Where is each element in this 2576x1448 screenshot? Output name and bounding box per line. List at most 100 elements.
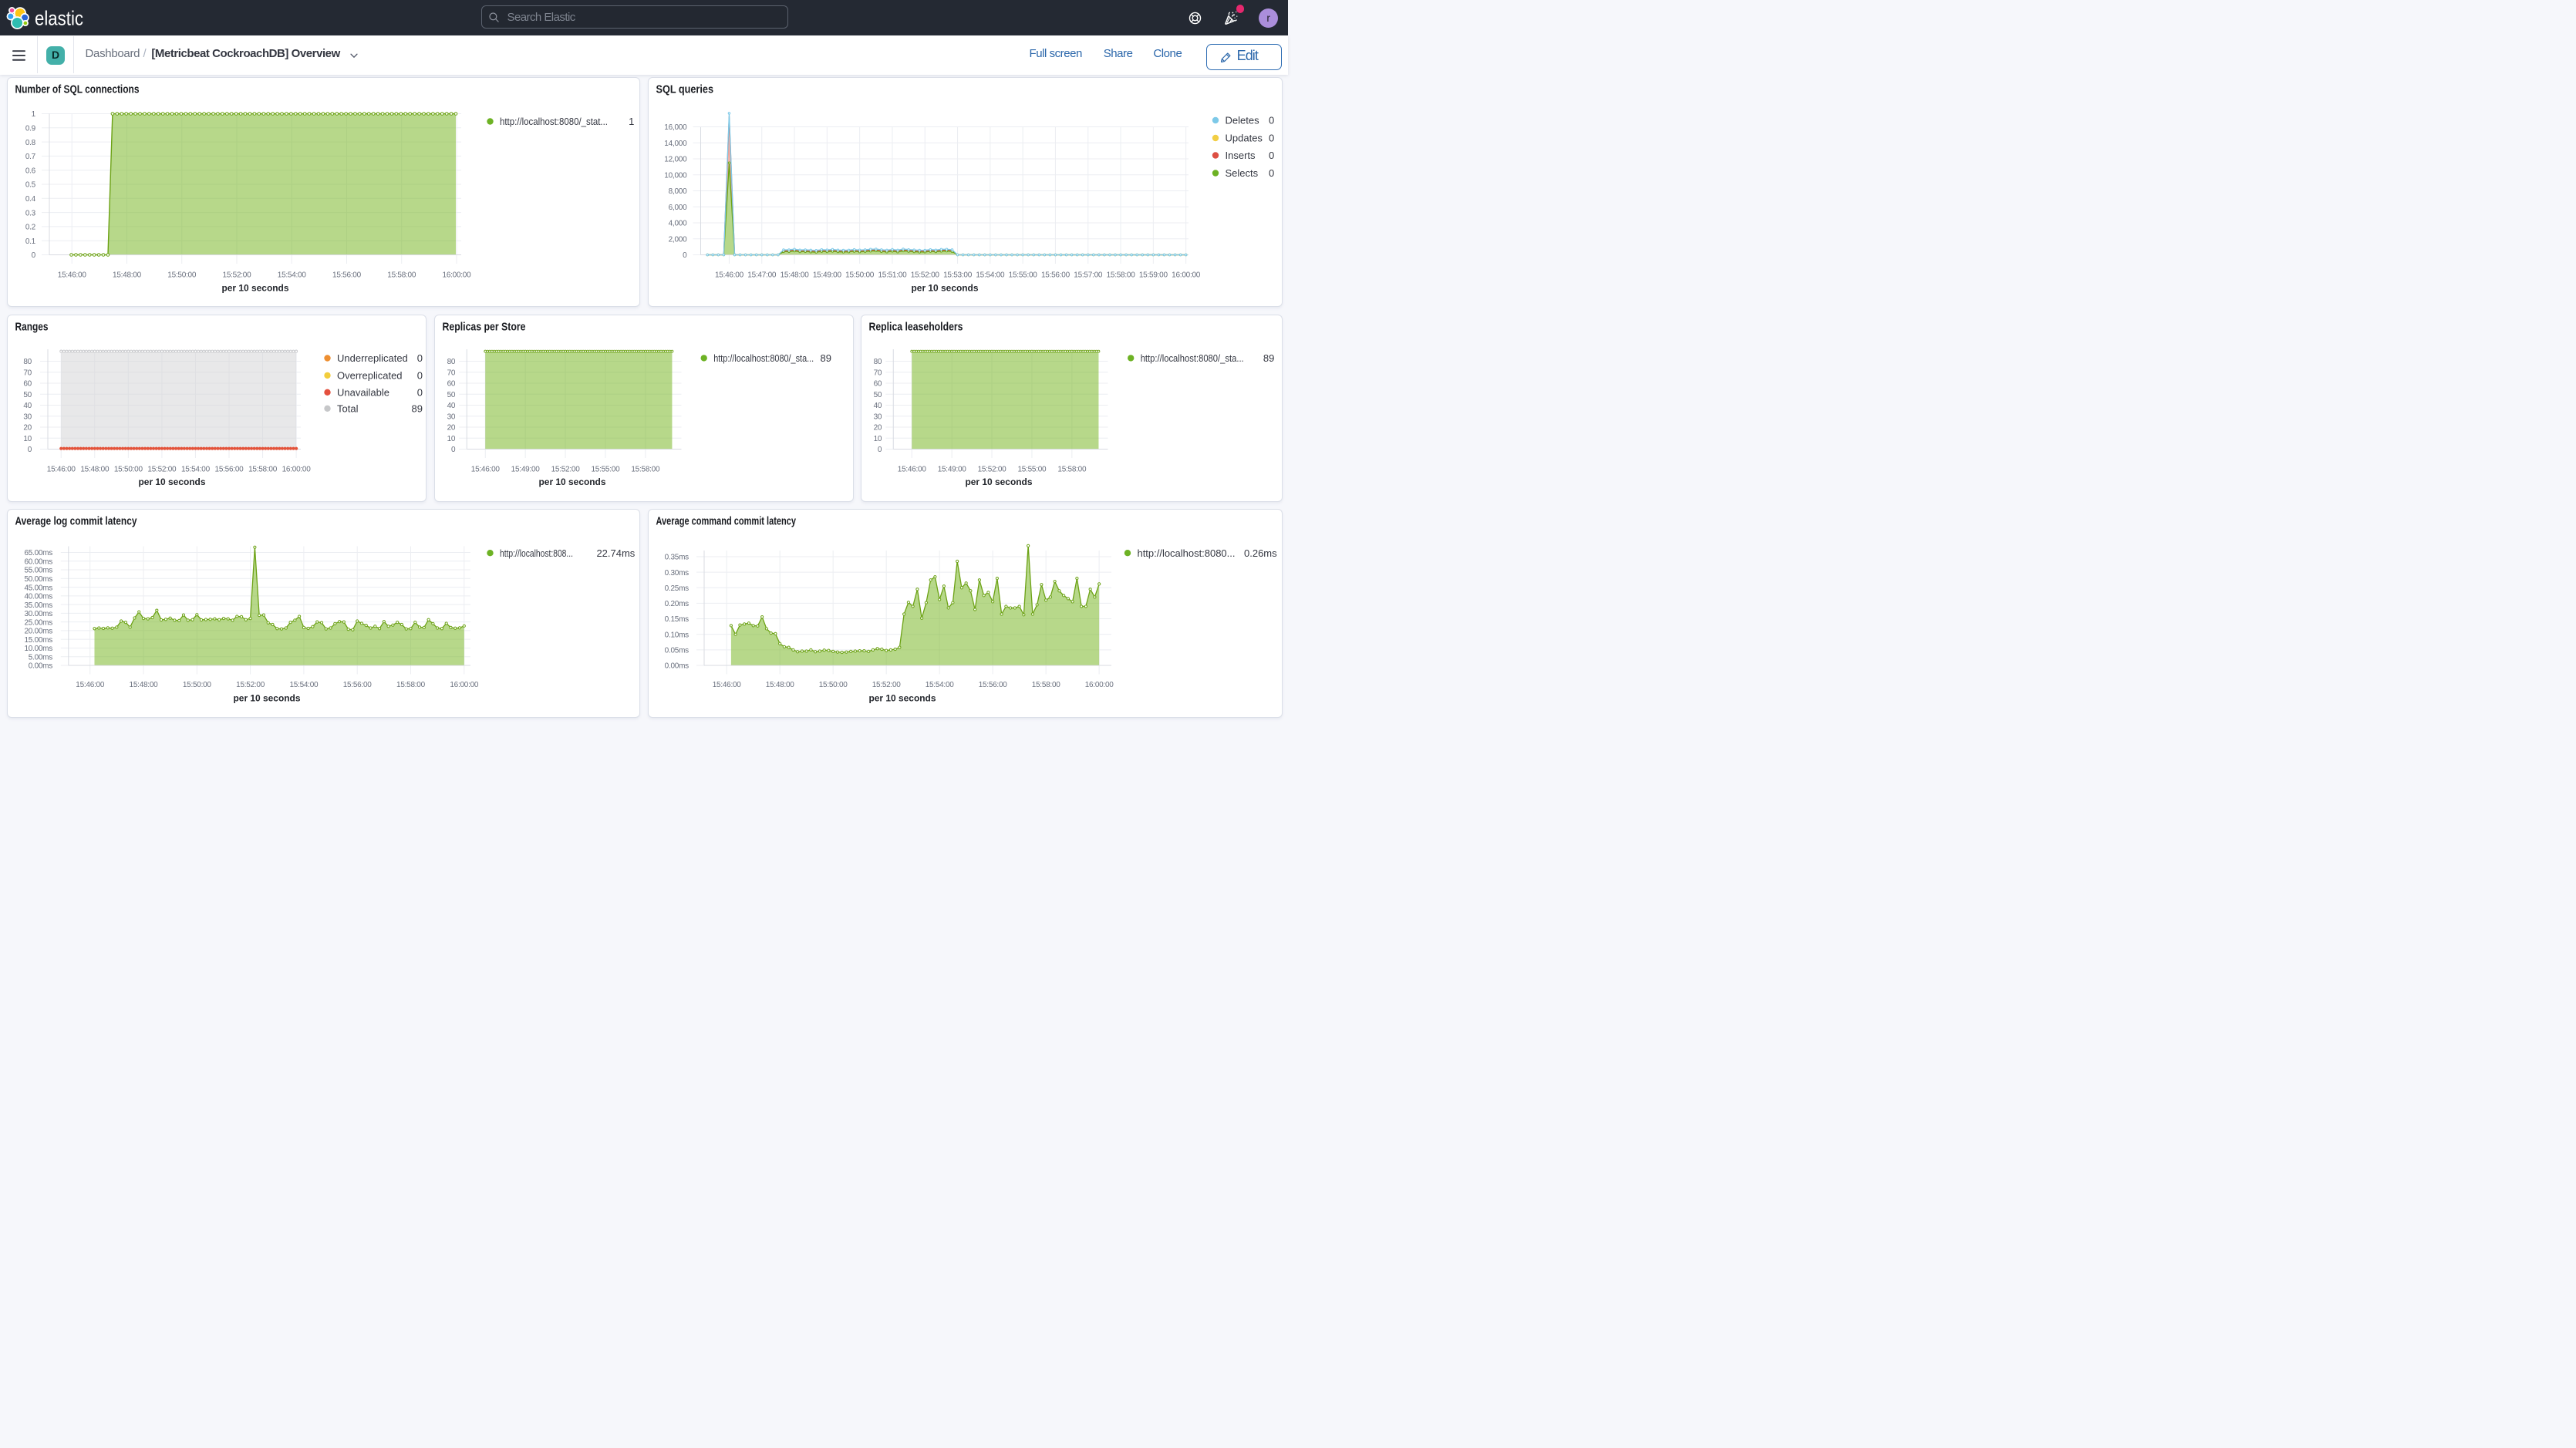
svg-text:http://localhost:8080/_stat...: http://localhost:8080/_stat... bbox=[499, 116, 607, 127]
svg-text:0: 0 bbox=[31, 251, 35, 260]
svg-text:15:50:00: 15:50:00 bbox=[818, 681, 848, 689]
svg-text:0.26ms: 0.26ms bbox=[1244, 547, 1277, 559]
svg-text:35.00ms: 35.00ms bbox=[24, 601, 52, 610]
svg-text:15:56:00: 15:56:00 bbox=[214, 465, 244, 473]
svg-text:per 10 seconds: per 10 seconds bbox=[868, 693, 936, 704]
svg-text:0.00ms: 0.00ms bbox=[28, 662, 52, 671]
svg-text:Inserts: Inserts bbox=[1226, 150, 1256, 161]
svg-text:15:55:00: 15:55:00 bbox=[1009, 271, 1038, 279]
svg-text:0: 0 bbox=[416, 352, 422, 364]
svg-text:10: 10 bbox=[23, 434, 32, 443]
svg-text:30: 30 bbox=[873, 413, 882, 421]
svg-text:15:52:00: 15:52:00 bbox=[147, 465, 177, 473]
svg-text:16:00:00: 16:00:00 bbox=[282, 465, 311, 473]
svg-text:Unavailable: Unavailable bbox=[337, 386, 389, 398]
svg-text:0: 0 bbox=[1269, 114, 1274, 126]
svg-text:0.35ms: 0.35ms bbox=[664, 554, 688, 562]
svg-text:0: 0 bbox=[1269, 167, 1274, 179]
svg-text:15:58:00: 15:58:00 bbox=[1031, 681, 1060, 689]
svg-text:0.1: 0.1 bbox=[25, 237, 35, 245]
svg-text:Overreplicated: Overreplicated bbox=[337, 369, 403, 381]
svg-text:15:52:00: 15:52:00 bbox=[872, 681, 901, 689]
svg-text:40: 40 bbox=[447, 402, 455, 410]
svg-text:8,000: 8,000 bbox=[669, 187, 687, 196]
svg-text:0.15ms: 0.15ms bbox=[664, 615, 688, 624]
svg-text:Updates: Updates bbox=[1226, 132, 1263, 143]
svg-text:15:53:00: 15:53:00 bbox=[943, 271, 973, 279]
svg-text:0.20ms: 0.20ms bbox=[664, 600, 688, 608]
svg-text:15:50:00: 15:50:00 bbox=[182, 681, 211, 689]
svg-text:0.5: 0.5 bbox=[25, 180, 35, 189]
svg-text:12,000: 12,000 bbox=[664, 155, 687, 163]
svg-text:15:56:00: 15:56:00 bbox=[342, 681, 372, 689]
svg-text:16,000: 16,000 bbox=[664, 123, 687, 132]
svg-text:per 10 seconds: per 10 seconds bbox=[965, 476, 1032, 487]
svg-text:15:56:00: 15:56:00 bbox=[978, 681, 1007, 689]
svg-text:20: 20 bbox=[873, 423, 882, 432]
svg-text:15:46:00: 15:46:00 bbox=[712, 681, 741, 689]
svg-text:15:52:00: 15:52:00 bbox=[236, 681, 265, 689]
svg-text:15:56:00: 15:56:00 bbox=[1041, 271, 1071, 279]
svg-text:1: 1 bbox=[629, 116, 634, 127]
svg-text:30: 30 bbox=[23, 413, 32, 421]
svg-text:15:48:00: 15:48:00 bbox=[129, 681, 158, 689]
svg-text:per 10 seconds: per 10 seconds bbox=[138, 476, 205, 487]
svg-text:15:50:00: 15:50:00 bbox=[167, 271, 197, 279]
svg-text:0.2: 0.2 bbox=[25, 223, 35, 231]
svg-text:80: 80 bbox=[23, 358, 32, 366]
svg-text:40: 40 bbox=[23, 402, 32, 410]
svg-text:Ranges: Ranges bbox=[15, 320, 48, 333]
svg-text:15:58:00: 15:58:00 bbox=[248, 465, 278, 473]
svg-text:0.25ms: 0.25ms bbox=[664, 584, 688, 593]
svg-text:15:52:00: 15:52:00 bbox=[551, 465, 580, 473]
svg-text:Replicas per Store: Replicas per Store bbox=[442, 320, 525, 333]
svg-text:20: 20 bbox=[447, 423, 455, 432]
svg-text:50.00ms: 50.00ms bbox=[24, 575, 52, 584]
svg-text:http://localhost:8080/_sta...: http://localhost:8080/_sta... bbox=[713, 352, 814, 364]
svg-text:15:55:00: 15:55:00 bbox=[1017, 465, 1047, 473]
svg-text:16:00:00: 16:00:00 bbox=[1084, 681, 1114, 689]
svg-text:15:46:00: 15:46:00 bbox=[898, 465, 927, 473]
svg-text:1: 1 bbox=[31, 110, 35, 119]
svg-text:45.00ms: 45.00ms bbox=[24, 584, 52, 592]
svg-text:15:47:00: 15:47:00 bbox=[747, 271, 777, 279]
svg-text:6,000: 6,000 bbox=[669, 203, 687, 211]
svg-text:0.6: 0.6 bbox=[25, 167, 35, 175]
svg-text:5.00ms: 5.00ms bbox=[28, 654, 52, 662]
svg-text:30: 30 bbox=[447, 413, 455, 421]
svg-text:80: 80 bbox=[873, 358, 882, 366]
svg-text:15:58:00: 15:58:00 bbox=[631, 465, 660, 473]
svg-text:0: 0 bbox=[27, 446, 32, 454]
svg-text:14,000: 14,000 bbox=[664, 139, 687, 147]
svg-text:0: 0 bbox=[683, 251, 687, 260]
svg-text:15:55:00: 15:55:00 bbox=[591, 465, 620, 473]
svg-text:15:54:00: 15:54:00 bbox=[925, 681, 954, 689]
svg-text:0: 0 bbox=[416, 369, 422, 381]
svg-text:0.10ms: 0.10ms bbox=[664, 631, 688, 640]
svg-text:SQL queries: SQL queries bbox=[656, 83, 714, 96]
svg-text:60: 60 bbox=[447, 379, 455, 388]
svg-text:50: 50 bbox=[23, 390, 32, 399]
svg-text:70: 70 bbox=[23, 369, 32, 377]
svg-text:0: 0 bbox=[1269, 132, 1274, 143]
svg-text:25.00ms: 25.00ms bbox=[24, 619, 52, 628]
svg-text:Replica leaseholders: Replica leaseholders bbox=[868, 320, 963, 333]
svg-text:15:54:00: 15:54:00 bbox=[976, 271, 1005, 279]
svg-text:16:00:00: 16:00:00 bbox=[442, 271, 471, 279]
svg-text:50: 50 bbox=[447, 390, 455, 399]
svg-text:per 10 seconds: per 10 seconds bbox=[912, 282, 979, 293]
svg-text:15:46:00: 15:46:00 bbox=[470, 465, 500, 473]
svg-text:16:00:00: 16:00:00 bbox=[450, 681, 479, 689]
svg-text:16:00:00: 16:00:00 bbox=[1172, 271, 1201, 279]
svg-text:89: 89 bbox=[820, 352, 831, 364]
svg-text:15:51:00: 15:51:00 bbox=[878, 271, 907, 279]
svg-text:0: 0 bbox=[1269, 150, 1274, 161]
svg-text:15:46:00: 15:46:00 bbox=[46, 465, 76, 473]
svg-text:10: 10 bbox=[447, 434, 455, 443]
svg-text:4,000: 4,000 bbox=[669, 219, 687, 227]
svg-text:2,000: 2,000 bbox=[669, 235, 687, 244]
svg-text:15:48:00: 15:48:00 bbox=[781, 271, 810, 279]
svg-text:Underreplicated: Underreplicated bbox=[337, 352, 408, 364]
svg-text:Deletes: Deletes bbox=[1226, 114, 1260, 126]
svg-text:15.00ms: 15.00ms bbox=[24, 636, 52, 645]
